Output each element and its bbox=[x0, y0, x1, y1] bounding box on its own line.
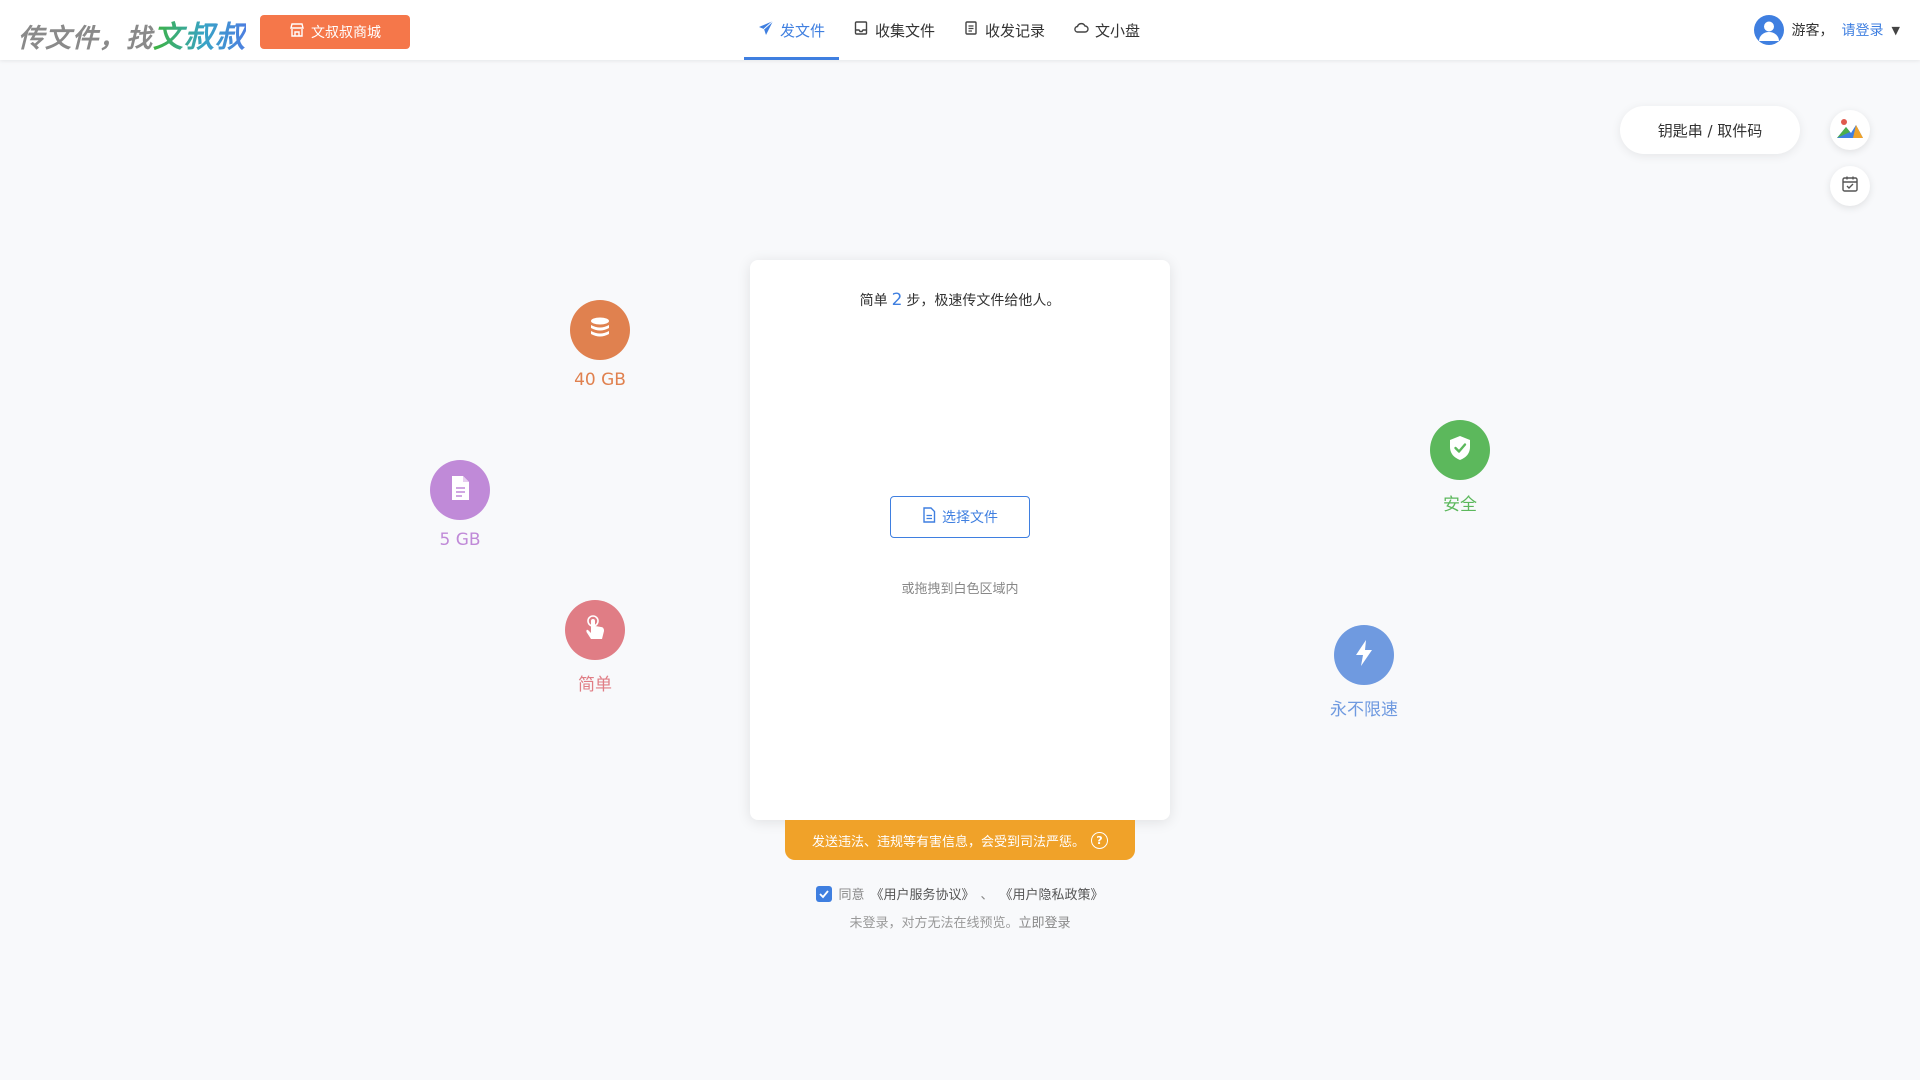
inbox-icon bbox=[853, 20, 869, 40]
feature-40gb-circle bbox=[570, 300, 630, 360]
keychain-button-label: 钥匙串 / 取件码 bbox=[1657, 121, 1763, 140]
warning-text: 发送违法、违规等有害信息，会受到司法严惩。 bbox=[811, 834, 1085, 850]
logo-prefix: 传文件，找 bbox=[18, 24, 154, 54]
feature-secure-circle bbox=[1430, 420, 1490, 480]
lightning-icon bbox=[1353, 638, 1375, 672]
feature-speed-label: 永不限速 bbox=[1330, 700, 1398, 720]
user-area: 游客， 请登录 ▼ bbox=[1753, 14, 1900, 46]
nav-send-file-label: 发文件 bbox=[780, 21, 826, 40]
login-note: 未登录，对方无法在线预览。立即登录 bbox=[0, 912, 1920, 931]
nav-collect-file[interactable]: 收集文件 bbox=[839, 0, 949, 60]
login-link[interactable]: 请登录 bbox=[1842, 20, 1884, 40]
nav-records[interactable]: 收发记录 bbox=[949, 0, 1059, 60]
shop-icon bbox=[289, 22, 305, 42]
calendar-button[interactable] bbox=[1830, 166, 1870, 206]
feature-simple-label: 简单 bbox=[578, 675, 612, 695]
top-header: 传文件，找文叔叔 文叔叔商城 发文件 收集文件 收发记录 文小盘 游客， 请登录… bbox=[0, 0, 1920, 60]
feature-secure-label: 安全 bbox=[1443, 495, 1477, 515]
avatar[interactable] bbox=[1753, 15, 1784, 45]
upload-card-title: 简单 2 步，极速传文件给他人。 bbox=[750, 290, 1170, 310]
shield-check-icon bbox=[1447, 434, 1473, 466]
legal-warning-banner: 发送违法、违规等有害信息，会受到司法严惩。 ? bbox=[785, 820, 1135, 860]
landscape-image-icon bbox=[1836, 116, 1864, 144]
file-outline-icon bbox=[922, 507, 936, 527]
feature-simple-circle bbox=[565, 600, 625, 660]
title-prefix: 简单 bbox=[859, 293, 888, 309]
wallpaper-button[interactable] bbox=[1830, 110, 1870, 150]
feature-5gb-label: 5 GB bbox=[439, 530, 481, 550]
privacy-policy-link[interactable]: 《用户隐私政策》 bbox=[1000, 884, 1104, 903]
login-note-text: 未登录，对方无法在线预览。 bbox=[849, 916, 1019, 931]
caret-down-icon[interactable]: ▼ bbox=[1892, 24, 1900, 37]
agreement-row: 同意 《用户服务协议》 、 《用户隐私政策》 bbox=[0, 884, 1920, 903]
service-agreement-link[interactable]: 《用户服务协议》 bbox=[870, 884, 974, 903]
feature-simple: 简单 bbox=[535, 600, 655, 695]
site-logo[interactable]: 传文件，找文叔叔 bbox=[18, 12, 246, 56]
paper-plane-icon bbox=[758, 20, 774, 40]
keychain-pickup-code-button[interactable]: 钥匙串 / 取件码 bbox=[1620, 106, 1800, 154]
nav-collect-file-label: 收集文件 bbox=[875, 21, 936, 40]
help-icon[interactable]: ? bbox=[1091, 831, 1108, 849]
shop-button[interactable]: 文叔叔商城 bbox=[260, 15, 410, 49]
calendar-check-icon bbox=[1841, 175, 1859, 197]
title-step-count: 2 bbox=[891, 290, 903, 310]
cloud-icon bbox=[1073, 20, 1089, 40]
logo-accent: 文叔叔 bbox=[153, 20, 247, 55]
agree-checkbox[interactable] bbox=[816, 885, 833, 902]
nav-records-label: 收发记录 bbox=[985, 21, 1046, 40]
nav-small-disk-label: 文小盘 bbox=[1095, 21, 1141, 40]
drag-hint: 或拖拽到白色区域内 bbox=[901, 582, 1019, 597]
main-nav: 发文件 收集文件 收发记录 文小盘 bbox=[744, 0, 1154, 60]
feature-40gb: 40 GB bbox=[540, 300, 660, 390]
agreement-separator: 、 bbox=[980, 888, 994, 903]
pointer-hand-icon bbox=[581, 613, 609, 647]
login-now-link[interactable]: 立即登录 bbox=[1019, 916, 1071, 931]
feature-5gb: 5 GB bbox=[400, 460, 520, 550]
file-icon bbox=[448, 474, 472, 506]
nav-send-file[interactable]: 发文件 bbox=[744, 0, 840, 60]
upload-drop-zone[interactable]: 简单 2 步，极速传文件给他人。 选择文件 或拖拽到白色区域内 bbox=[750, 260, 1170, 820]
feature-speed-circle bbox=[1334, 625, 1394, 685]
feature-5gb-circle bbox=[430, 460, 490, 520]
choose-file-label: 选择文件 bbox=[942, 510, 998, 526]
nav-small-disk[interactable]: 文小盘 bbox=[1059, 0, 1154, 60]
title-suffix: 步，极速传文件给他人。 bbox=[906, 293, 1061, 309]
document-list-icon bbox=[963, 20, 979, 40]
choose-file-button[interactable]: 选择文件 bbox=[890, 496, 1030, 538]
feature-unlimited-speed: 永不限速 bbox=[1304, 625, 1424, 720]
shop-button-label: 文叔叔商城 bbox=[311, 25, 381, 41]
database-icon bbox=[586, 314, 614, 346]
feature-40gb-label: 40 GB bbox=[574, 370, 626, 390]
feature-secure: 安全 bbox=[1400, 420, 1520, 515]
guest-label: 游客， bbox=[1791, 23, 1834, 39]
agree-label: 同意 bbox=[838, 888, 865, 903]
